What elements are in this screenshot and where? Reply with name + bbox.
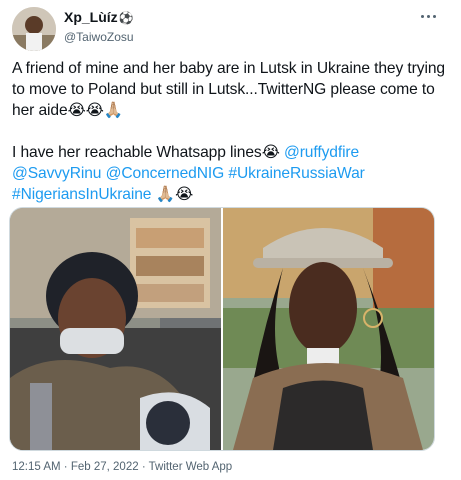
tweet-time[interactable]: 12:15 AM [12,461,61,473]
avatar[interactable] [12,7,56,51]
soccer-ball-icon: ⚽ [118,11,134,25]
tweet: Xp_Lùíz⚽ @TaiwoZosu A friend of mine and… [0,0,461,480]
tweet-text: A friend of mine and her baby are in Lut… [12,58,449,205]
mention-link[interactable]: @SavvyRinu [12,165,101,182]
mention-link[interactable]: @ConcernedNIG [106,165,225,182]
hashtag-link[interactable]: #UkraineRussiaWar [228,165,364,182]
photo-1[interactable] [10,208,221,450]
photo-2[interactable] [223,208,434,450]
more-horizontal-icon [420,14,424,18]
display-name[interactable]: Xp_Lùíz⚽ [64,9,134,27]
author-block: Xp_Lùíz⚽ @TaiwoZosu [64,9,134,45]
source-app[interactable]: Twitter Web App [149,461,233,473]
more-options-button[interactable] [415,6,441,26]
tweet-meta: 12:15 AM · Feb 27, 2022 · Twitter Web Ap… [12,461,233,473]
author-handle[interactable]: @TaiwoZosu [64,29,134,45]
tweet-paragraph-2: I have her reachable Whatsapp lines😭 @ru… [12,144,365,203]
mention-link[interactable]: @ruffydfire [284,144,359,161]
tweet-date[interactable]: Feb 27, 2022 [71,461,139,473]
hashtag-link[interactable]: #NigeriansInUkraine [12,186,151,203]
tweet-paragraph-1: A friend of mine and her baby are in Lut… [12,60,445,119]
media-grid [9,207,435,451]
